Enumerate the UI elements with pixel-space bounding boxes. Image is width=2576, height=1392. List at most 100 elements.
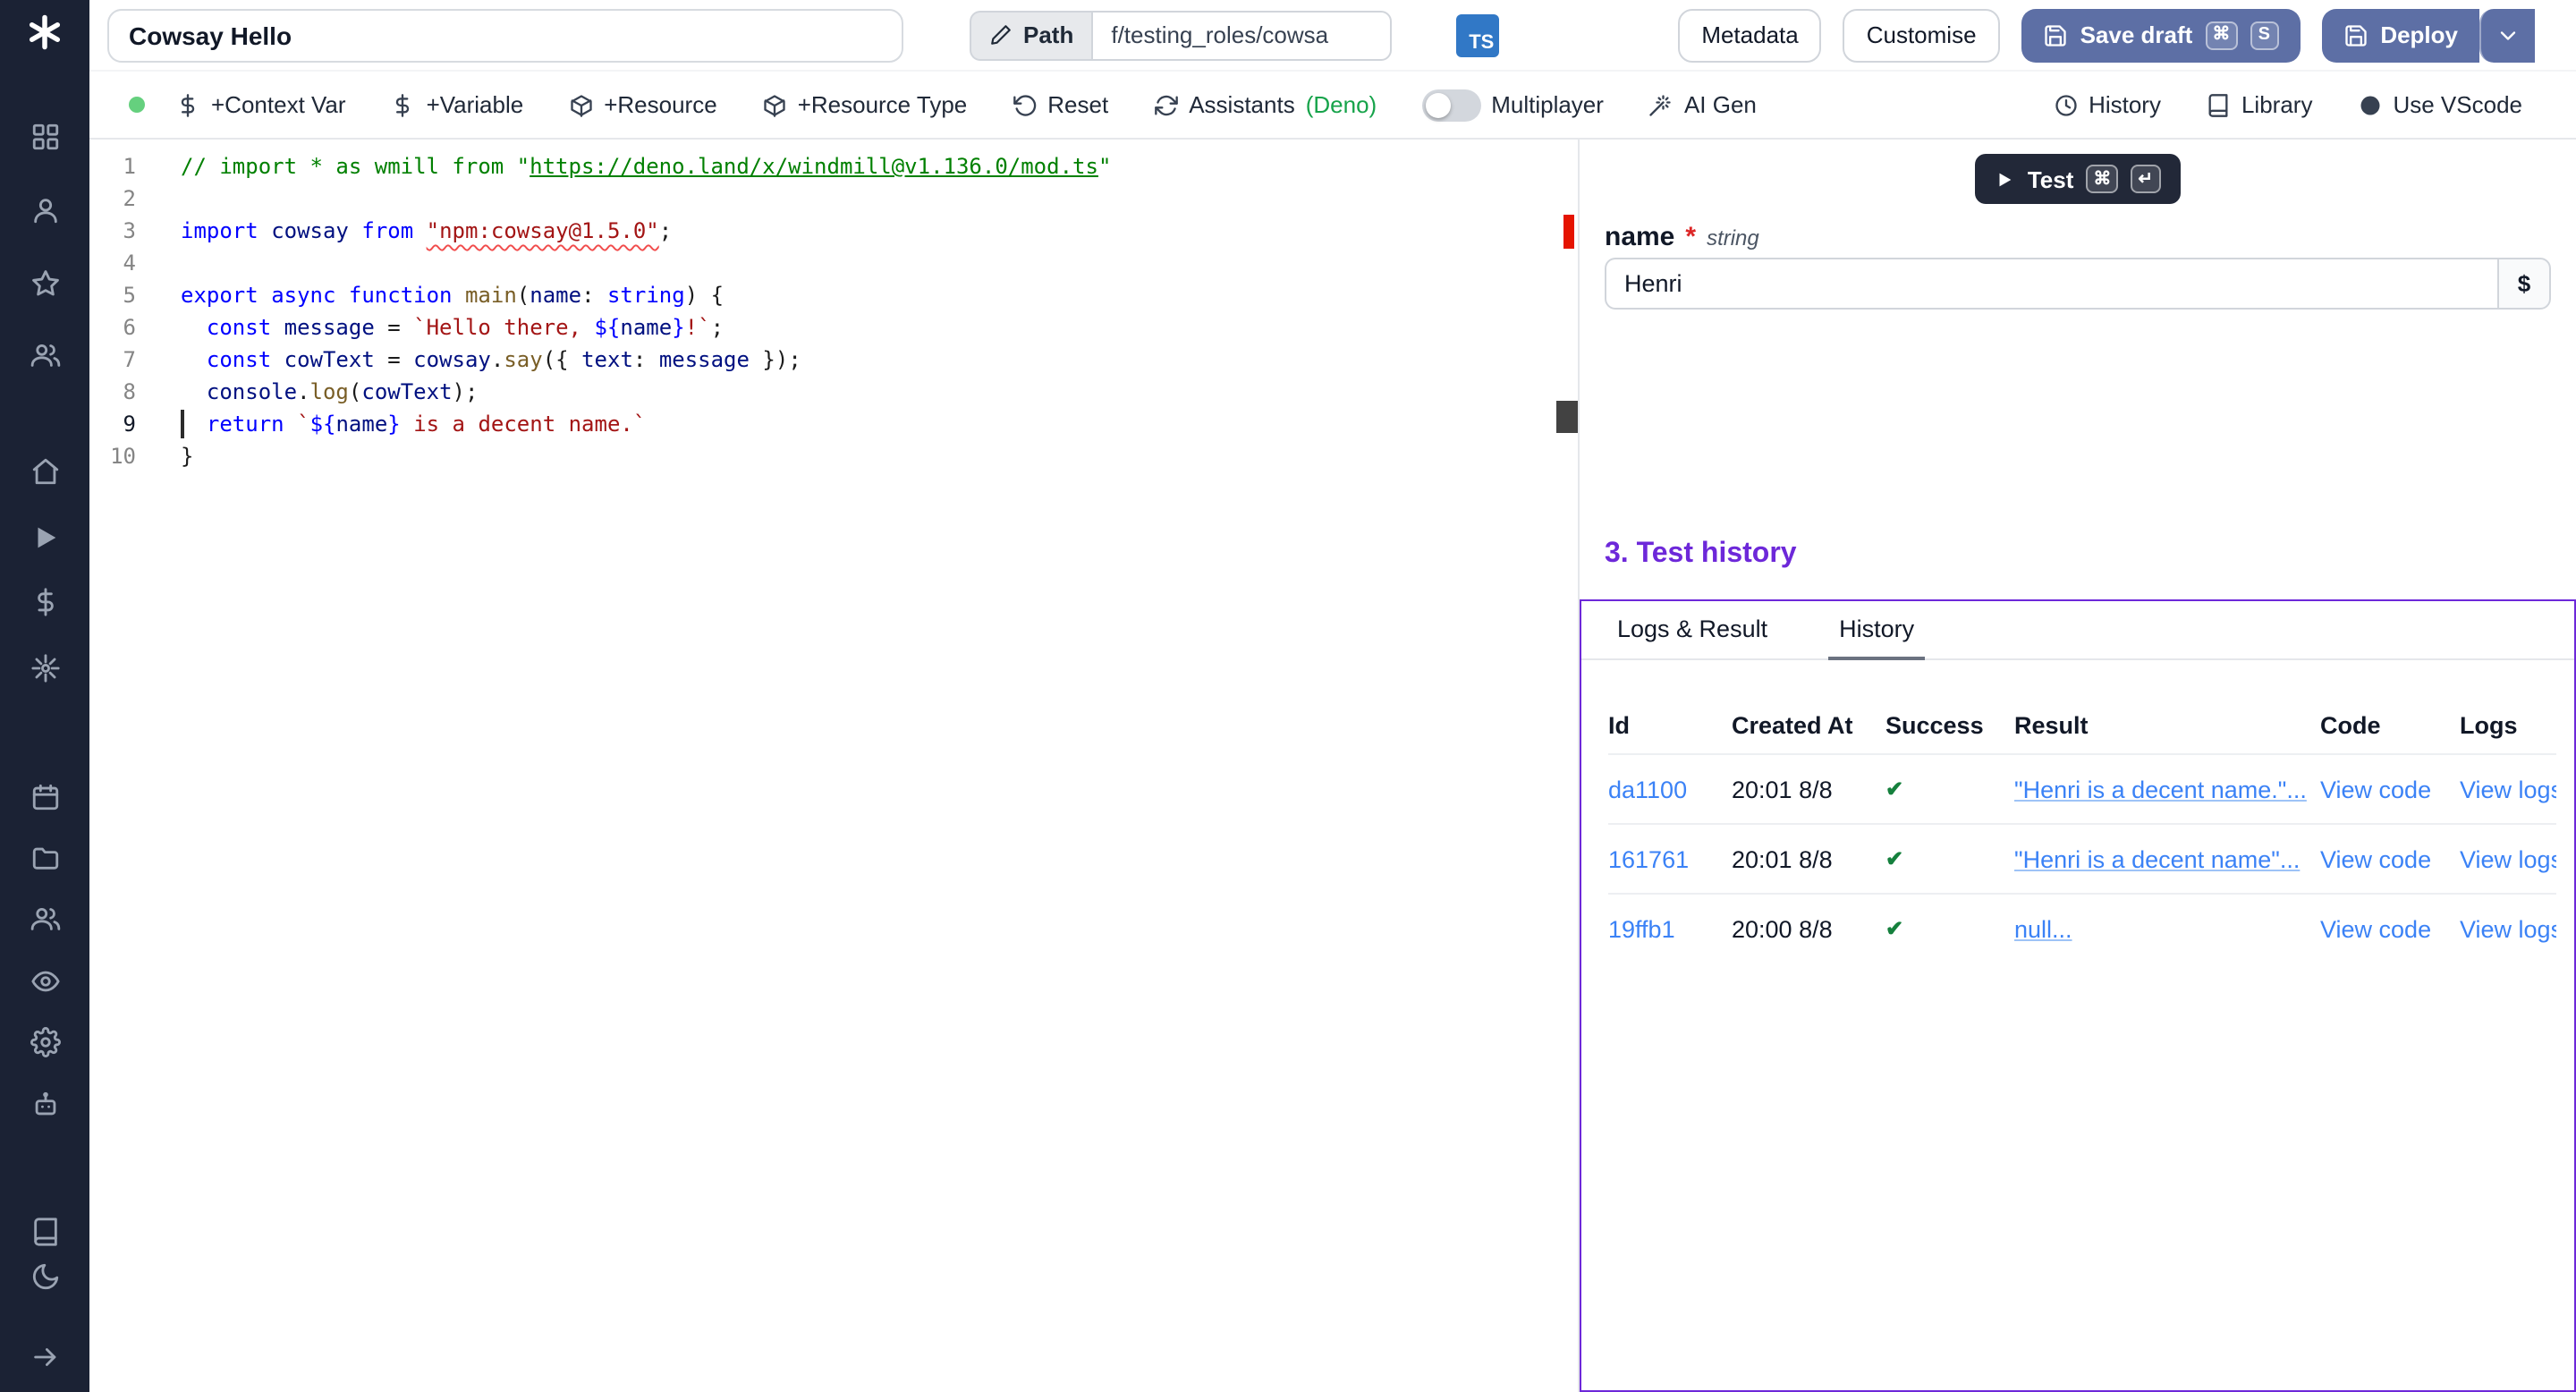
kbd-mod: ⌘ <box>2205 21 2237 49</box>
calendar-icon[interactable] <box>0 771 89 821</box>
star-icon[interactable] <box>0 258 89 308</box>
team-icon[interactable] <box>0 893 89 943</box>
windmill-logo[interactable] <box>0 7 89 57</box>
path-label: Path <box>1023 21 1073 48</box>
line-number: 10 <box>89 440 136 472</box>
run-id-link[interactable]: 161761 <box>1608 845 1732 872</box>
result-link[interactable]: null... <box>2014 915 2320 942</box>
use-vscode-button[interactable]: Use VScode <box>2357 91 2522 118</box>
code-token: name <box>335 412 387 437</box>
history-button[interactable]: History <box>2053 91 2161 118</box>
code-token: ( <box>349 379 361 404</box>
code-line: export async function main(name: string)… <box>181 279 1111 311</box>
argument-type: string <box>1707 225 1759 250</box>
topbar: Path f/testing_roles/cowsa TS Metadata C… <box>89 0 2576 72</box>
package-icon <box>762 92 787 117</box>
play-icon <box>1996 169 2015 189</box>
dollar-icon[interactable] <box>0 576 89 626</box>
code-line: const cowText = cowsay.say({ text: messa… <box>181 344 1111 376</box>
path-group: Path f/testing_roles/cowsa <box>970 10 1392 60</box>
code-token <box>413 218 426 243</box>
moon-icon[interactable] <box>0 1251 89 1301</box>
eye-icon[interactable] <box>0 955 89 1006</box>
code-line: return `${name} is a decent name.` <box>181 408 1111 440</box>
history-table-header: IdCreated AtSuccessResultCodeLogs <box>1608 696 2556 753</box>
deploy-dropdown-button[interactable] <box>2479 8 2535 62</box>
customise-button[interactable]: Customise <box>1843 8 2000 62</box>
test-button[interactable]: Test ⌘ ↵ <box>1976 154 2180 204</box>
resources-icon[interactable] <box>0 642 89 692</box>
reset-button[interactable]: Reset <box>1012 91 1108 118</box>
add-resource-type-button[interactable]: +Resource Type <box>762 91 968 118</box>
right-panel: Test ⌘ ↵ name* string $ 3. Test history <box>1580 140 2576 1392</box>
add-context-var-button[interactable]: +Context Var <box>175 91 346 118</box>
book-icon[interactable] <box>0 1206 89 1256</box>
code-token: from <box>361 218 413 243</box>
vscode-label: Use VScode <box>2393 91 2522 118</box>
error-marker <box>1563 215 1574 249</box>
argument-value-input[interactable] <box>1605 258 2497 310</box>
code-token <box>284 412 297 437</box>
view-code-link[interactable]: View code <box>2320 776 2460 802</box>
folder-icon[interactable] <box>0 832 89 882</box>
run-id-link[interactable]: 19ffb1 <box>1608 915 1732 942</box>
code-token <box>181 347 207 372</box>
result-link[interactable]: "Henri is a decent name"... <box>2014 845 2320 872</box>
history-table: IdCreated AtSuccessResultCodeLogs da1100… <box>1608 696 2556 963</box>
kbd-mod: ⌘ <box>2086 165 2118 193</box>
path-edit-button[interactable]: Path <box>970 10 1091 60</box>
add-variable-button[interactable]: +Variable <box>391 91 524 118</box>
code-line: } <box>181 440 1111 472</box>
library-button[interactable]: Library <box>2206 91 2313 118</box>
view-logs-link[interactable]: View logs <box>2460 776 2556 802</box>
vscode-icon <box>2357 92 2382 117</box>
required-marker: * <box>1685 222 1696 252</box>
robot-icon[interactable] <box>0 1079 89 1129</box>
play-icon[interactable] <box>0 512 89 562</box>
view-logs-link[interactable]: View logs <box>2460 845 2556 872</box>
code-area[interactable]: // import * as wmill from "https://deno.… <box>181 150 1111 1392</box>
tab-logs-result[interactable]: Logs & Result <box>1606 601 1778 660</box>
run-id-link[interactable]: da1100 <box>1608 776 1732 802</box>
tab-history[interactable]: History <box>1828 601 1925 660</box>
code-token: https://deno.land/x/windmill@v1.136.0/mo… <box>530 154 1098 179</box>
arrow-right-icon[interactable] <box>0 1331 89 1381</box>
assistants-button[interactable]: Assistants (Deno) <box>1153 91 1377 118</box>
save-draft-button[interactable]: Save draft ⌘ S <box>2021 8 2301 62</box>
script-name-input[interactable] <box>107 8 903 62</box>
book-icon <box>2206 92 2231 117</box>
view-logs-link[interactable]: View logs <box>2460 915 2556 942</box>
gear-icon[interactable] <box>0 1016 89 1066</box>
code-token: main <box>465 283 517 308</box>
history-row: da110020:01 8/8✔"Henri is a decent name.… <box>1608 753 2556 823</box>
view-code-link[interactable]: View code <box>2320 845 2460 872</box>
insert-variable-button[interactable]: $ <box>2497 258 2551 310</box>
code-editor[interactable]: 12345678910 // import * as wmill from "h… <box>89 140 1580 1392</box>
code-token <box>349 218 361 243</box>
deploy-button[interactable]: Deploy <box>2321 8 2479 62</box>
path-input[interactable]: f/testing_roles/cowsa <box>1091 10 1392 60</box>
code-token: = <box>375 315 413 340</box>
resource-label: +Resource <box>604 91 716 118</box>
grid-icon[interactable] <box>0 111 89 161</box>
home-icon[interactable] <box>0 446 89 496</box>
users-icon[interactable] <box>0 329 89 379</box>
add-resource-button[interactable]: +Resource <box>568 91 716 118</box>
metadata-button[interactable]: Metadata <box>1678 8 1821 62</box>
connection-status-dot <box>129 97 145 113</box>
created-at: 20:00 8/8 <box>1732 915 1885 942</box>
code-token: // import * as wmill from " <box>181 154 530 179</box>
multiplayer-toggle[interactable] <box>1421 89 1480 121</box>
ai-gen-button[interactable]: AI Gen <box>1648 91 1757 118</box>
user-icon[interactable] <box>0 184 89 234</box>
content: 12345678910 // import * as wmill from "h… <box>89 140 2576 1392</box>
history-row: 16176120:01 8/8✔"Henri is a decent name"… <box>1608 823 2556 893</box>
test-history-panel: Logs & Result History IdCreated AtSucces… <box>1580 599 2576 1392</box>
view-code-link[interactable]: View code <box>2320 915 2460 942</box>
code-token: ) { <box>685 283 724 308</box>
code-token: !` <box>685 315 711 340</box>
result-link[interactable]: "Henri is a decent name."... <box>2014 776 2320 802</box>
code-token: ` <box>297 412 309 437</box>
code-token <box>181 412 207 437</box>
deploy-label: Deploy <box>2380 21 2458 48</box>
